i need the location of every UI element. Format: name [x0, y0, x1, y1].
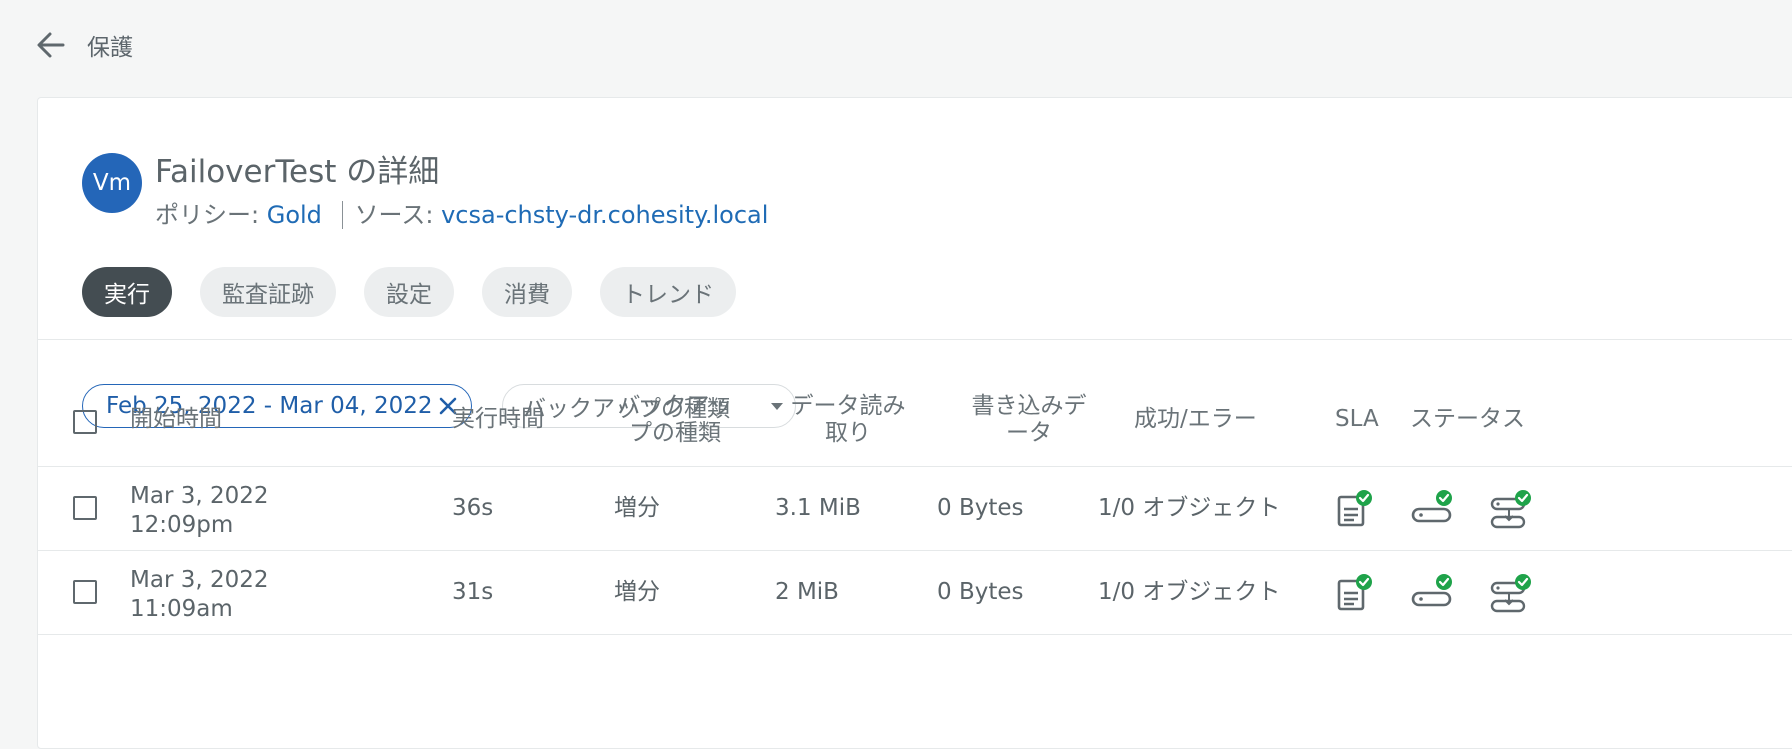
header-start-time[interactable]: 開始時間 [130, 406, 222, 433]
row-start-time[interactable]: Mar 3, 2022 12:09pm [130, 482, 269, 540]
row-data-written: 0 Bytes [937, 579, 1024, 605]
row-date: Mar 3, 2022 [130, 567, 269, 593]
top-bar: 保護 [0, 0, 1792, 88]
row-backup-type: 増分 [614, 579, 660, 605]
row-data-written: 0 Bytes [937, 495, 1024, 521]
backup-success-icon[interactable] [1411, 571, 1455, 615]
tab-runs[interactable]: 実行 [82, 267, 172, 317]
tab-consumption[interactable]: 消費 [482, 267, 572, 317]
header-data-written-line2: ータ [1006, 420, 1052, 446]
select-all-checkbox[interactable] [73, 410, 97, 434]
header-sla[interactable]: SLA [1335, 406, 1379, 433]
subtitle: ポリシー: Gold ソース: vcsa-chsty-dr.cohesity.l… [155, 195, 768, 230]
row-data-read: 3.1 MiB [775, 495, 861, 521]
header-data-written[interactable]: 書き込みデ ータ [959, 393, 1099, 447]
row-date: Mar 3, 2022 [130, 483, 269, 509]
row-divider [38, 634, 1792, 635]
header-data-read-line2: 取り [825, 420, 871, 446]
policy-link[interactable]: Gold [267, 201, 322, 229]
header-status[interactable]: ステータス [1410, 406, 1525, 433]
header-data-read-line1: データ読み [790, 393, 906, 419]
row-duration: 36s [452, 495, 494, 521]
row-divider [38, 466, 1792, 467]
header-backup-type[interactable]: バックアッ プの種類 [605, 393, 745, 447]
tab-trends[interactable]: トレンド [600, 267, 736, 317]
tab-settings[interactable]: 設定 [364, 267, 454, 317]
source-link[interactable]: vcsa-chsty-dr.cohesity.local [441, 201, 768, 229]
row-objects[interactable]: 1/0 オブジェクト [1098, 578, 1280, 607]
row-time: 11:09am [130, 596, 233, 622]
row-duration: 31s [452, 579, 494, 605]
sla-met-icon[interactable] [1333, 571, 1377, 615]
page-title: FailoverTest の詳細 [155, 154, 440, 190]
tab-audit-trail[interactable]: 監査証跡 [200, 267, 336, 317]
policy-label: ポリシー: [155, 201, 260, 229]
sla-met-icon[interactable] [1333, 487, 1377, 531]
avatar: Vm [82, 153, 142, 213]
header-backup-type-line2: プの種類 [629, 420, 721, 446]
row-start-time[interactable]: Mar 3, 2022 11:09am [130, 566, 269, 624]
replication-success-icon[interactable] [1489, 487, 1533, 531]
row-checkbox[interactable] [73, 496, 97, 520]
row-objects[interactable]: 1/0 オブジェクト [1098, 494, 1280, 523]
header-duration[interactable]: 実行時間 [452, 406, 544, 433]
header-success-error[interactable]: 成功/エラー [1134, 406, 1257, 433]
header-backup-type-line1: バックアッ [617, 393, 733, 419]
row-backup-type: 増分 [614, 495, 660, 521]
tab-bar: 実行 監査証跡 設定 消費 トレンド [82, 267, 764, 317]
details-card: Vm FailoverTest の詳細 ポリシー: Gold ソース: vcsa… [37, 97, 1792, 749]
source-label: ソース: [354, 201, 434, 229]
row-checkbox[interactable] [73, 580, 97, 604]
replication-success-icon[interactable] [1489, 571, 1533, 615]
row-data-read: 2 MiB [775, 579, 839, 605]
header-data-written-line1: 書き込みデ [971, 393, 1087, 419]
row-divider [38, 550, 1792, 551]
section-divider [38, 339, 1792, 340]
row-time: 12:09pm [130, 512, 234, 538]
header-data-read[interactable]: データ読み 取り [778, 393, 918, 447]
divider [341, 201, 343, 229]
backup-success-icon[interactable] [1411, 487, 1455, 531]
breadcrumb[interactable]: 保護 [87, 28, 133, 62]
back-arrow-icon[interactable] [33, 27, 69, 63]
